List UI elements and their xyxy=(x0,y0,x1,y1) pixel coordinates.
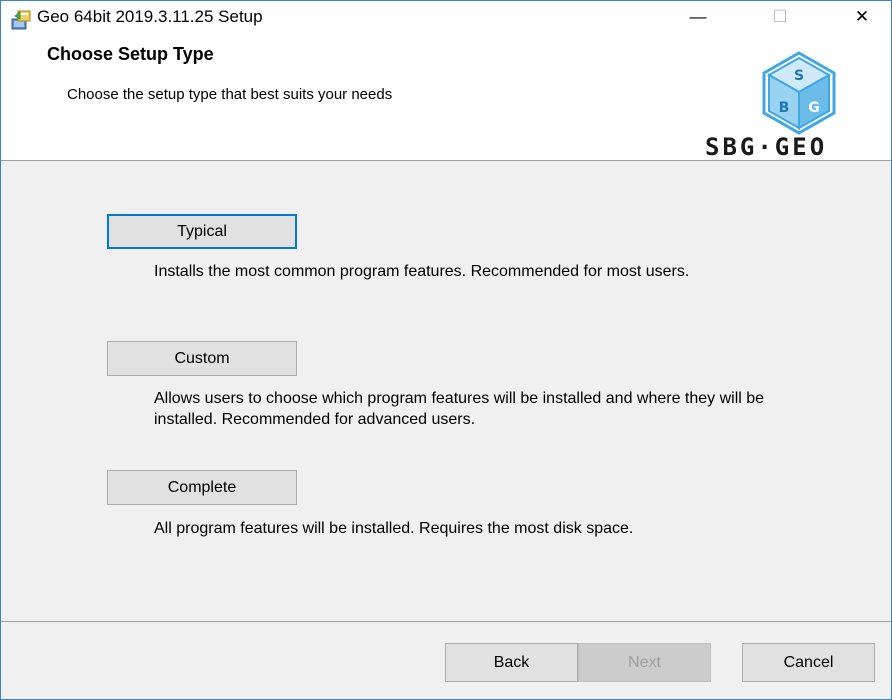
minimize-button[interactable]: — xyxy=(675,1,721,32)
typical-button[interactable]: Typical xyxy=(107,214,297,249)
svg-text:G: G xyxy=(808,100,820,116)
maximize-button[interactable]: ☐ xyxy=(757,1,803,32)
page-title: Choose Setup Type xyxy=(47,44,214,64)
close-button[interactable]: ✕ xyxy=(839,1,885,32)
sbg-geo-logo-icon: S B G xyxy=(762,51,836,135)
complete-button[interactable]: Complete xyxy=(107,470,297,505)
page-subtitle: Choose the setup type that best suits yo… xyxy=(67,86,393,103)
setup-window: Geo 64bit 2019.3.11.25 Setup — ☐ ✕ Choos… xyxy=(0,0,892,700)
complete-description: All program features will be installed. … xyxy=(154,520,634,537)
window-title: Geo 64bit 2019.3.11.25 Setup xyxy=(37,7,263,26)
typical-description: Installs the most common program feature… xyxy=(154,263,690,280)
cancel-button[interactable]: Cancel xyxy=(742,643,875,682)
svg-text:S: S xyxy=(794,68,804,84)
title-bar[interactable]: Geo 64bit 2019.3.11.25 Setup — ☐ ✕ xyxy=(1,1,891,32)
back-button[interactable]: Back xyxy=(445,643,578,682)
custom-button[interactable]: Custom xyxy=(107,341,297,376)
svg-text:B: B xyxy=(779,100,790,116)
header-banner: Choose Setup Type Choose the setup type … xyxy=(1,32,891,161)
footer-divider xyxy=(1,621,891,622)
custom-description: Allows users to choose which program fea… xyxy=(154,390,765,428)
logo-text: SBG·GEO xyxy=(705,133,828,161)
next-button[interactable]: Next xyxy=(578,643,711,682)
installer-icon xyxy=(11,10,31,30)
